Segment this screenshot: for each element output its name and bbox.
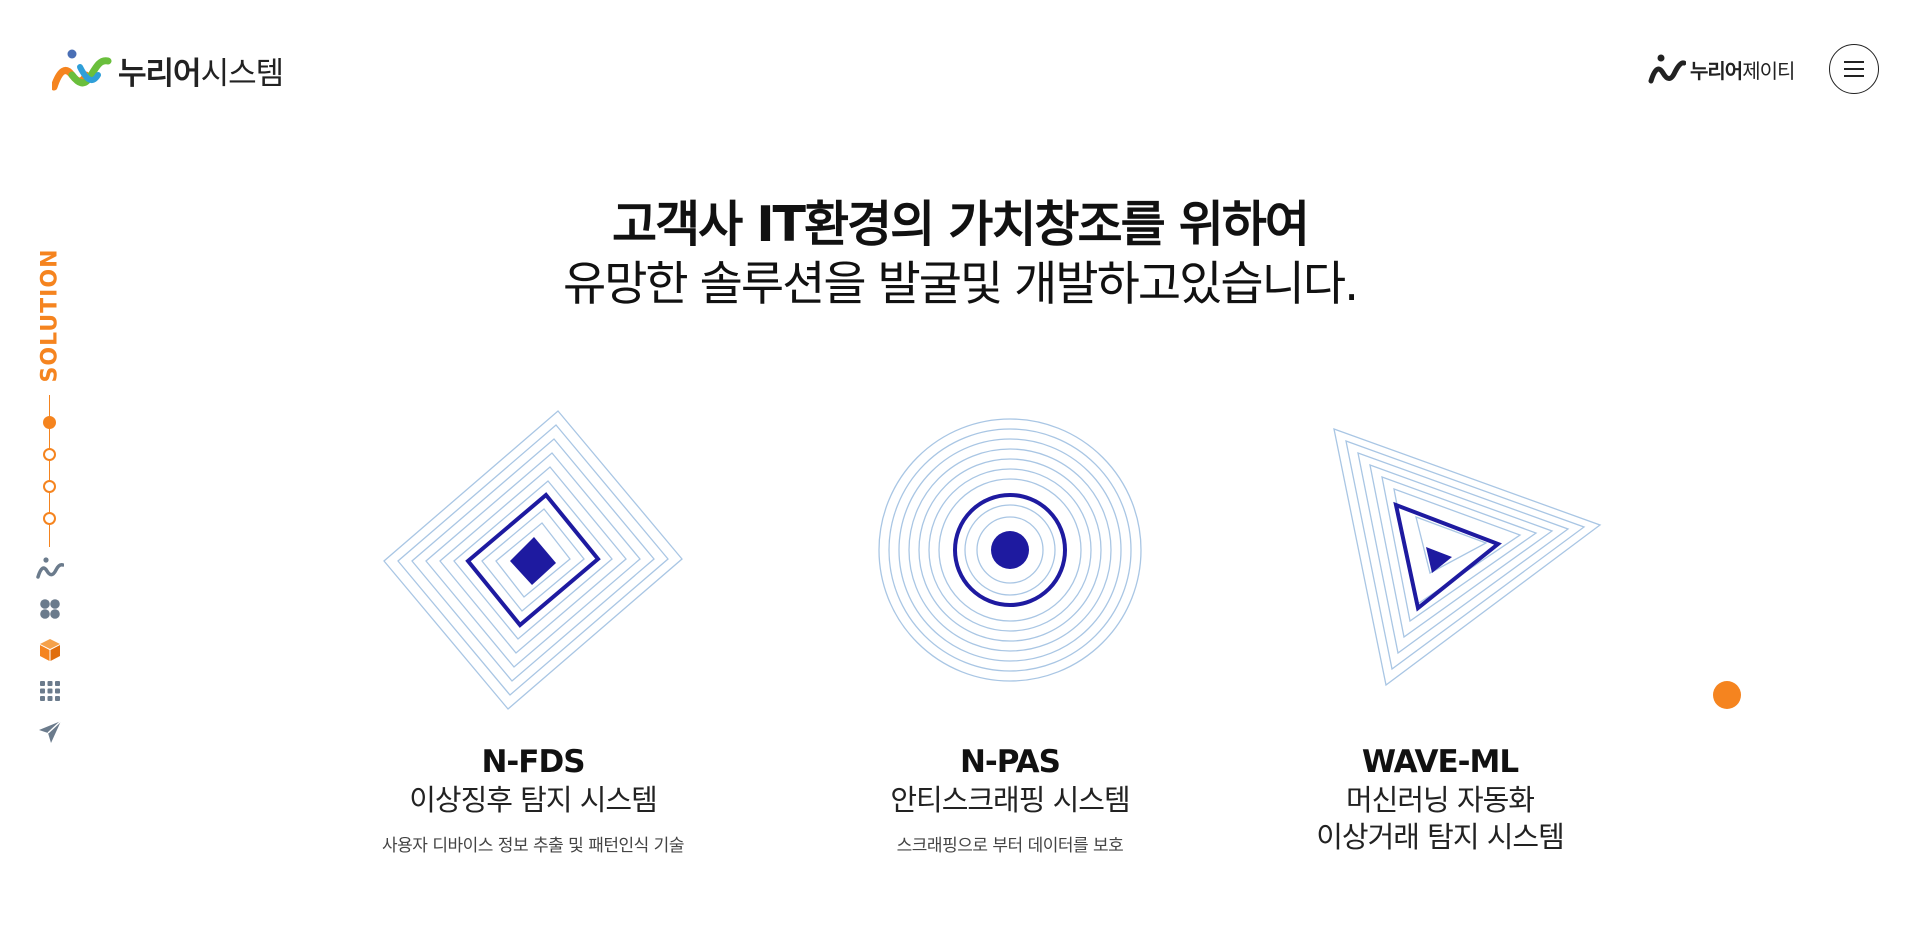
section-step-3[interactable] (43, 480, 56, 493)
box-icon[interactable] (36, 636, 64, 664)
solution-title: N-PAS (959, 744, 1061, 780)
partner-logo-icon (1648, 54, 1686, 84)
solution-card-n-pas[interactable]: N-PAS 안티스크래핑 시스템 스크래핑으로 부터 데이터를 보호 (800, 742, 1220, 856)
decorative-dot (1713, 681, 1741, 709)
brand-logo-icon (52, 49, 112, 90)
partner-logo-text: 누리어제이티 (1690, 58, 1795, 83)
grid-icon[interactable] (36, 677, 64, 705)
wave-ml-triangle-graphic (1333, 427, 1602, 687)
solution-subtitle: 안티스크래핑 시스템 (890, 783, 1130, 817)
hamburger-icon (1844, 61, 1864, 77)
solution-description: 스크래핑으로 부터 데이터를 보호 (896, 836, 1124, 856)
brand-logo-text: 누리어시스템 (118, 56, 284, 92)
solution-description: 사용자 디바이스 정보 추출 및 패턴인식 기술 (382, 836, 684, 856)
solution-title: WAVE-ML (1361, 744, 1519, 780)
hero-headline: 고객사 IT환경의 가치창조를 위하여 유망한 솔루션을 발굴및 개발하고있습니… (0, 195, 1920, 315)
brand-logo[interactable]: 누리어시스템 (52, 48, 284, 93)
solution-subtitle-2: 이상거래 탐지 시스템 (1316, 820, 1565, 854)
section-step-4[interactable] (43, 512, 56, 525)
menu-button[interactable] (1829, 44, 1879, 94)
apps-icon[interactable] (36, 595, 64, 623)
partner-logo[interactable]: 누리어제이티 (1648, 54, 1795, 84)
headline-line-2: 유망한 솔루션을 발굴및 개발하고있습니다. (562, 257, 1359, 312)
solution-card-wave-ml[interactable]: WAVE-ML 머신러닝 자동화 이상거래 탐지 시스템 (1230, 742, 1650, 856)
n-fds-diamond-graphic (383, 410, 683, 710)
solution-card-n-fds[interactable]: N-FDS 이상징후 탐지 시스템 사용자 디바이스 정보 추출 및 패턴인식 … (323, 742, 743, 856)
n-pas-circles-graphic (878, 418, 1142, 682)
brand-icon[interactable] (36, 554, 64, 582)
send-icon[interactable] (36, 718, 64, 746)
section-step-1[interactable] (43, 416, 56, 429)
solution-subtitle: 머신러닝 자동화 (1346, 783, 1535, 817)
solution-subtitle: 이상징후 탐지 시스템 (409, 783, 658, 817)
headline-line-1: 고객사 IT환경의 가치창조를 위하여 (612, 196, 1310, 253)
solution-title: N-FDS (481, 744, 585, 780)
section-step-2[interactable] (43, 448, 56, 461)
